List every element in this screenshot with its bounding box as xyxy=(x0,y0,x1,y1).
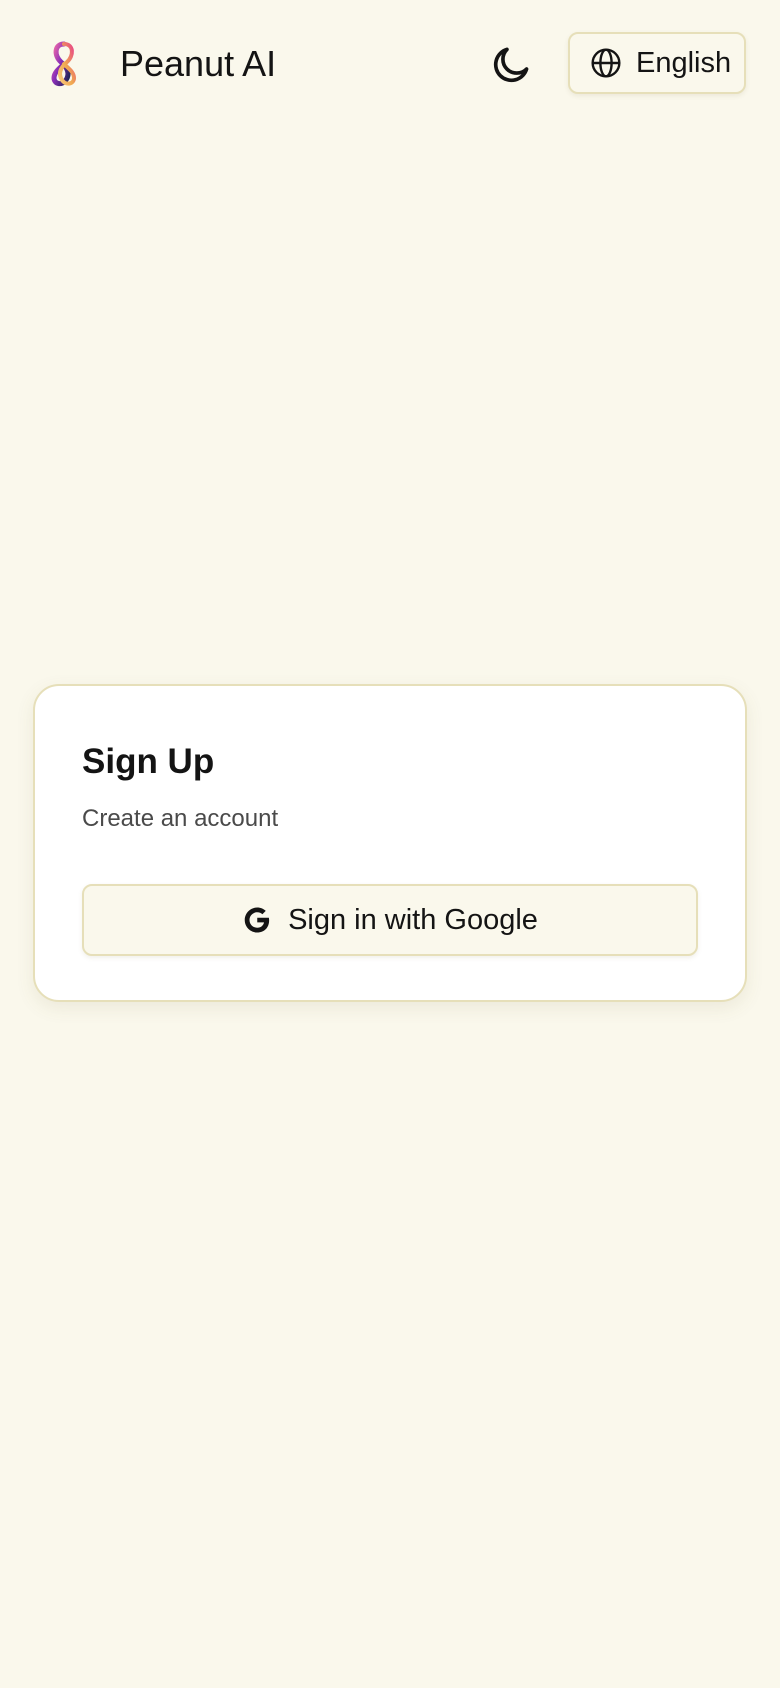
card-subtitle: Create an account xyxy=(82,805,279,832)
peanut-ai-logo-icon[interactable] xyxy=(46,40,82,88)
language-select-button[interactable]: English xyxy=(568,32,746,94)
signup-card: Sign Up Create an account Sign in with G… xyxy=(33,684,747,1002)
language-label: English xyxy=(636,46,732,79)
app-title: Peanut AI xyxy=(120,43,277,84)
card-title: Sign Up xyxy=(82,742,215,781)
theme-toggle-button[interactable] xyxy=(486,40,536,90)
google-button-label: Sign in with Google xyxy=(288,903,538,936)
top-bar: Peanut AI English xyxy=(0,0,780,128)
moon-icon xyxy=(493,47,529,83)
google-g-icon xyxy=(242,905,272,935)
google-sign-in-button[interactable]: Sign in with Google xyxy=(82,884,698,956)
globe-icon xyxy=(590,47,622,79)
